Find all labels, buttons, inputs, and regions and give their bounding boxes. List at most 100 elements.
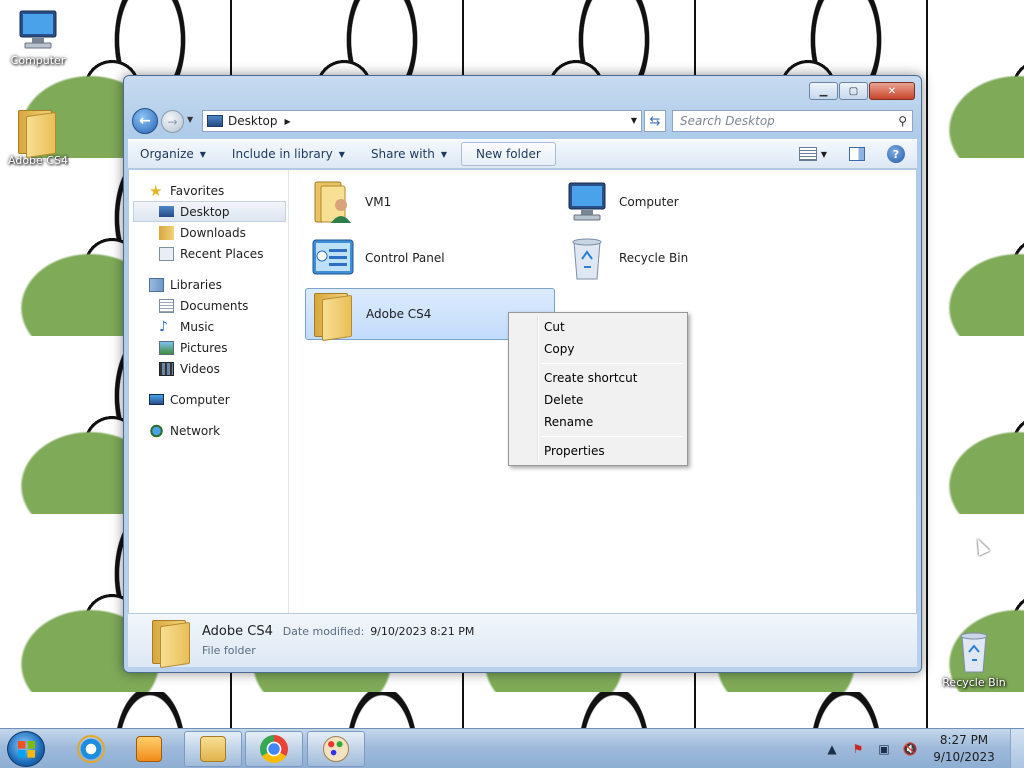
address-bar[interactable]: Desktop ▶ ▼ bbox=[202, 110, 642, 132]
new-folder-button[interactable]: New folder bbox=[461, 142, 556, 166]
share-with-button[interactable]: Share with ▼ bbox=[371, 147, 447, 161]
nav-downloads[interactable]: Downloads bbox=[129, 222, 288, 243]
back-arrow-icon: ← bbox=[139, 113, 151, 129]
taskbar-paint[interactable] bbox=[307, 731, 365, 767]
desktop-icon-label: Computer bbox=[10, 54, 66, 67]
nav-libraries[interactable]: Libraries bbox=[129, 274, 288, 295]
nav-label: Pictures bbox=[180, 340, 228, 355]
taskbar-chrome[interactable] bbox=[245, 731, 303, 767]
item-recycle-bin[interactable]: Recycle Bin bbox=[559, 232, 809, 284]
menu-item-delete[interactable]: Delete bbox=[511, 389, 685, 411]
recycle-bin-icon bbox=[950, 630, 998, 674]
forward-arrow-icon: → bbox=[167, 114, 178, 129]
nav-computer[interactable]: Computer bbox=[129, 389, 288, 410]
search-placeholder: Search Desktop bbox=[680, 114, 775, 128]
nav-label: Network bbox=[170, 423, 221, 438]
item-computer[interactable]: Computer bbox=[559, 176, 809, 228]
nav-label: Downloads bbox=[180, 225, 246, 240]
change-view-icon[interactable] bbox=[798, 147, 817, 161]
details-text: Adobe CS4 Date modified: 9/10/2023 8:21 … bbox=[202, 624, 474, 657]
folder-icon bbox=[310, 291, 358, 337]
nav-label: Videos bbox=[180, 361, 220, 376]
nav-label: Libraries bbox=[170, 277, 222, 292]
share-with-label: Share with bbox=[370, 147, 435, 161]
desktop-location-icon bbox=[207, 115, 223, 127]
taskbar-internet-explorer[interactable] bbox=[62, 731, 120, 767]
item-label: Control Panel bbox=[365, 251, 445, 265]
show-hidden-icons-icon[interactable]: ▲ bbox=[824, 741, 840, 757]
desktop-icon-label: Recycle Bin bbox=[942, 676, 1006, 689]
desktop-icon-adobe-cs4[interactable]: Adobe CS4 bbox=[2, 108, 74, 167]
nav-documents[interactable]: Documents bbox=[129, 295, 288, 316]
action-center-flag-icon[interactable]: ⚑ bbox=[850, 741, 866, 757]
address-location[interactable]: Desktop bbox=[228, 114, 278, 128]
item-control-panel[interactable]: Control Panel bbox=[305, 232, 555, 284]
refresh-button[interactable]: ⇆ bbox=[644, 110, 666, 132]
nav-label: Documents bbox=[180, 298, 249, 313]
include-in-library-button[interactable]: Include in library ▼ bbox=[232, 147, 345, 161]
desktop-icon-recycle-bin[interactable]: Recycle Bin bbox=[938, 630, 1010, 689]
menu-item-copy[interactable]: Copy bbox=[511, 338, 685, 360]
breadcrumb-arrow-icon[interactable]: ▶ bbox=[285, 117, 291, 126]
nav-desktop[interactable]: Desktop bbox=[133, 201, 286, 222]
taskbar-windows-explorer[interactable] bbox=[184, 731, 242, 767]
nav-favorites[interactable]: ★ Favorites bbox=[129, 180, 288, 201]
menu-separator bbox=[541, 363, 683, 364]
organize-button[interactable]: Organize ▼ bbox=[140, 147, 206, 161]
command-bar: Organize ▼ Include in library ▼ Share with… bbox=[128, 139, 917, 169]
nav-network[interactable]: Network bbox=[129, 420, 288, 441]
clock[interactable]: 8:27 PM 9/10/2023 bbox=[928, 732, 1000, 766]
menu-item-cut[interactable]: Cut bbox=[511, 316, 685, 338]
menu-item-rename[interactable]: Rename bbox=[511, 411, 685, 433]
include-in-library-label: Include in library bbox=[231, 147, 333, 161]
system-tray: ▲ ⚑ ▣ 🔇 8:27 PM 9/10/2023 bbox=[824, 729, 1024, 768]
navigation-pane: ★ Favorites Desktop Downloads Recent Pla… bbox=[129, 170, 289, 613]
network-status-icon[interactable]: ▣ bbox=[876, 741, 892, 757]
explorer-folder-icon bbox=[200, 736, 226, 762]
menu-item-create-shortcut[interactable]: Create shortcut bbox=[511, 367, 685, 389]
nav-pictures[interactable]: Pictures bbox=[129, 337, 288, 358]
details-name: Adobe CS4 bbox=[202, 624, 273, 639]
volume-muted-icon[interactable]: 🔇 bbox=[902, 741, 918, 757]
internet-explorer-icon bbox=[77, 735, 105, 763]
organize-label: Organize bbox=[140, 147, 194, 161]
nav-recent-places[interactable]: Recent Places bbox=[129, 243, 288, 264]
details-type: File folder bbox=[202, 644, 256, 657]
paint-palette-icon bbox=[323, 736, 349, 762]
close-button[interactable]: ✕ bbox=[869, 82, 915, 100]
search-icon[interactable]: ⚲ bbox=[898, 114, 907, 128]
videos-film-icon bbox=[159, 361, 174, 376]
taskbar-media-player[interactable] bbox=[120, 731, 178, 767]
view-options-dropdown-icon[interactable]: ▼ bbox=[821, 150, 827, 159]
minimize-button[interactable]: ▁ bbox=[809, 82, 838, 100]
preview-pane-icon[interactable] bbox=[849, 147, 865, 161]
pictures-icon bbox=[159, 340, 174, 355]
recent-pages-button[interactable]: ▼ bbox=[187, 115, 193, 124]
back-button[interactable]: ← bbox=[132, 108, 158, 134]
desktop-icon bbox=[159, 206, 174, 217]
documents-icon bbox=[159, 298, 174, 313]
user-folder-icon bbox=[309, 179, 357, 225]
desktop-icon-computer[interactable]: Computer bbox=[2, 8, 74, 67]
help-icon[interactable]: ? bbox=[887, 145, 905, 163]
details-modified-label: Date modified: bbox=[282, 625, 365, 638]
taskbar: ▲ ⚑ ▣ 🔇 8:27 PM 9/10/2023 bbox=[0, 728, 1024, 768]
show-desktop-button[interactable] bbox=[1010, 729, 1024, 768]
maximize-button[interactable]: ▢ bbox=[839, 82, 868, 100]
windows-logo-icon bbox=[18, 741, 35, 758]
refresh-icon: ⇆ bbox=[649, 113, 661, 129]
menu-separator bbox=[541, 436, 683, 437]
item-label: Computer bbox=[619, 195, 679, 209]
view-controls: ▼ ? bbox=[798, 145, 905, 163]
nav-label: Computer bbox=[170, 392, 230, 407]
nav-music[interactable]: ♪ Music bbox=[129, 316, 288, 337]
menu-item-properties[interactable]: Properties bbox=[511, 440, 685, 462]
forward-button[interactable]: → bbox=[161, 110, 184, 133]
item-vm1[interactable]: VM1 bbox=[305, 176, 555, 228]
search-box[interactable]: Search Desktop ⚲ bbox=[672, 110, 913, 132]
nav-videos[interactable]: Videos bbox=[129, 358, 288, 379]
nav-label: Favorites bbox=[170, 183, 225, 198]
address-dropdown-icon[interactable]: ▼ bbox=[631, 116, 637, 125]
start-button[interactable] bbox=[7, 731, 45, 767]
